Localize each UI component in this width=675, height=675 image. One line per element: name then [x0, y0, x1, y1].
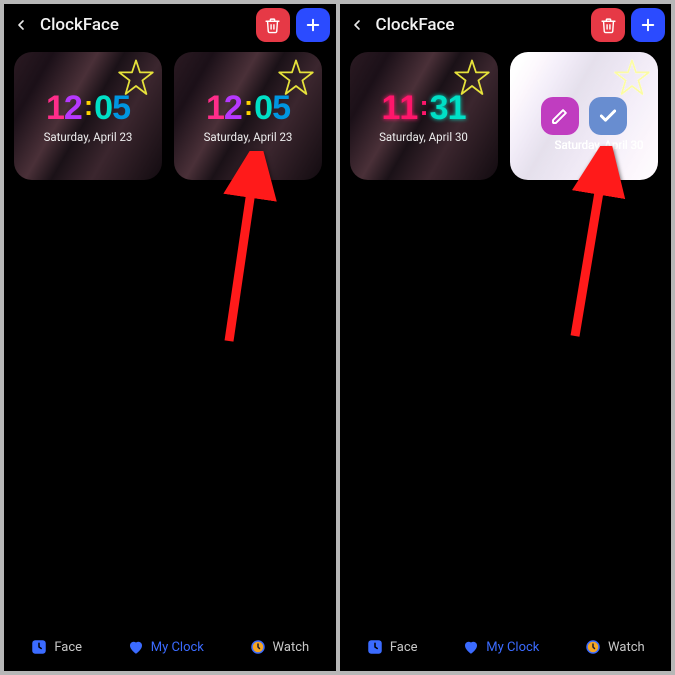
nav-myclock-label: My Clock	[151, 640, 204, 655]
nav-watch-label: Watch	[273, 640, 310, 655]
nav-face[interactable]: Face	[366, 638, 418, 656]
clockface-date: Saturday, April 30	[379, 130, 468, 144]
app-header: ClockFace	[340, 4, 672, 46]
nav-face-label: Face	[390, 640, 418, 655]
nav-myclock-label: My Clock	[486, 640, 539, 655]
chevron-left-icon	[349, 17, 365, 33]
check-icon	[598, 106, 618, 126]
pencil-icon	[551, 108, 568, 125]
trash-icon	[264, 17, 281, 34]
nav-watch[interactable]: Watch	[249, 638, 310, 656]
star-icon	[116, 58, 156, 98]
nav-face-label: Face	[54, 640, 82, 655]
edit-clockface-button[interactable]	[541, 97, 579, 135]
annotation-arrow	[199, 151, 289, 355]
bottom-nav: Face My Clock Watch	[340, 627, 672, 671]
clockface-date: Saturday, April 23	[44, 130, 133, 144]
clockface-card-selected[interactable]: Saturday, April 30	[510, 52, 658, 180]
back-button[interactable]	[8, 12, 34, 38]
star-icon	[452, 58, 492, 98]
plus-icon	[304, 16, 322, 34]
nav-myclock[interactable]: My Clock	[462, 638, 539, 656]
clock-square-icon	[30, 638, 48, 656]
watch-icon	[249, 638, 267, 656]
nav-face[interactable]: Face	[30, 638, 82, 656]
clockface-date: Saturday, April 23	[204, 130, 293, 144]
card-actions-overlay	[510, 52, 658, 180]
app-title: ClockFace	[376, 15, 586, 35]
back-button[interactable]	[344, 12, 370, 38]
clockface-grid: 11:31 Saturday, April 30 Saturday, April…	[350, 52, 662, 180]
chevron-left-icon	[13, 17, 29, 33]
screen-left: ClockFace 12:05 Saturday, April 23 12:05	[4, 4, 336, 671]
screen-right: ClockFace 11:31 Saturday, April 30 Satur…	[340, 4, 672, 671]
nav-watch[interactable]: Watch	[584, 638, 645, 656]
add-button[interactable]	[296, 8, 330, 42]
watch-icon	[584, 638, 602, 656]
app-title: ClockFace	[40, 15, 250, 35]
delete-button[interactable]	[591, 8, 625, 42]
plus-icon	[639, 16, 657, 34]
delete-button[interactable]	[256, 8, 290, 42]
app-header: ClockFace	[4, 4, 336, 46]
clockface-card[interactable]: 12:05 Saturday, April 23	[174, 52, 322, 180]
heart-icon	[127, 638, 145, 656]
clockface-card[interactable]: 11:31 Saturday, April 30	[350, 52, 498, 180]
star-icon	[276, 58, 316, 98]
clockface-grid: 12:05 Saturday, April 23 12:05 Saturday,…	[14, 52, 326, 180]
bottom-nav: Face My Clock Watch	[4, 627, 336, 671]
add-button[interactable]	[631, 8, 665, 42]
nav-watch-label: Watch	[608, 640, 645, 655]
clockface-grid-container: 11:31 Saturday, April 30 Saturday, April…	[340, 46, 672, 627]
clockface-grid-container: 12:05 Saturday, April 23 12:05 Saturday,…	[4, 46, 336, 627]
heart-icon	[462, 638, 480, 656]
apply-clockface-button[interactable]	[589, 97, 627, 135]
clockface-card[interactable]: 12:05 Saturday, April 23	[14, 52, 162, 180]
nav-myclock[interactable]: My Clock	[127, 638, 204, 656]
trash-icon	[600, 17, 617, 34]
clock-square-icon	[366, 638, 384, 656]
